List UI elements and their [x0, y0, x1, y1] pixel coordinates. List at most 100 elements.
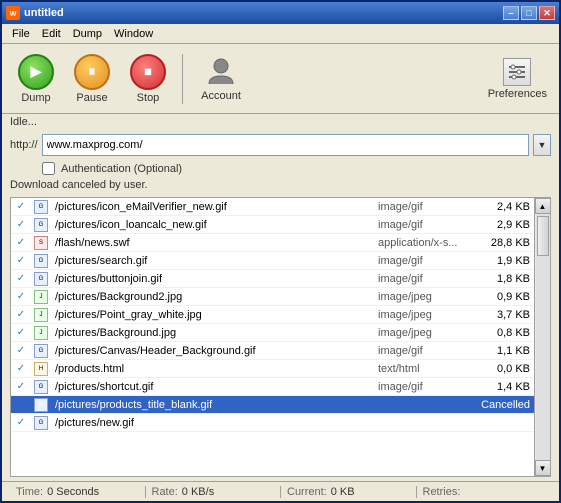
file-type-icon-cell: G [31, 254, 51, 268]
table-row[interactable]: ✓J/pictures/Background.jpgimage/jpeg0,8 … [11, 324, 534, 342]
close-button[interactable]: ✕ [539, 6, 555, 20]
account-icon [205, 56, 237, 88]
file-size-cell: 28,8 KB [474, 237, 534, 249]
jpg-icon: J [34, 326, 48, 340]
minimize-button[interactable]: – [503, 6, 519, 20]
file-type-cell: application/x-s... [374, 237, 474, 249]
file-type-cell: image/gif [374, 381, 474, 393]
file-name-cell: /pictures/icon_loancalc_new.gif [51, 219, 374, 231]
table-row[interactable]: ✓G/pictures/icon_loancalc_new.gifimage/g… [11, 216, 534, 234]
file-name-cell: /pictures/products_title_blank.gif [51, 399, 374, 411]
check-cell: ✓ [11, 237, 31, 248]
auth-checkbox[interactable] [42, 162, 55, 175]
check-cell: ✓ [11, 345, 31, 356]
menu-edit[interactable]: Edit [36, 26, 67, 42]
file-type-icon-cell: G [31, 380, 51, 394]
file-type-cell: image/jpeg [374, 309, 474, 321]
file-list-inner: ✓G/pictures/icon_eMailVerifier_new.gifim… [11, 198, 550, 476]
pause-icon: ⏸ [74, 54, 110, 90]
gif-icon: G [34, 218, 48, 232]
table-row[interactable]: ✓G/pictures/icon_eMailVerifier_new.gifim… [11, 198, 534, 216]
file-type-cell: image/gif [374, 345, 474, 357]
file-type-icon-cell: G [31, 416, 51, 430]
table-row[interactable]: ✓J/pictures/Background2.jpgimage/jpeg0,9… [11, 288, 534, 306]
account-button[interactable]: Account [191, 52, 251, 106]
table-row[interactable]: ✓S/flash/news.swfapplication/x-s...28,8 … [11, 234, 534, 252]
current-value: 0 KB [331, 486, 355, 498]
file-size-cell: 0,9 KB [474, 291, 534, 303]
table-row[interactable]: ✓G/pictures/search.gifimage/gif1,9 KB [11, 252, 534, 270]
toolbar: ▶ Dump ⏸ Pause ⏹ Stop Account [2, 44, 559, 114]
file-list-container[interactable]: ✓G/pictures/icon_eMailVerifier_new.gifim… [10, 197, 551, 477]
file-type-icon-cell: J [31, 326, 51, 340]
check-cell: ✓ [11, 291, 31, 302]
file-type-icon-cell: S [31, 236, 51, 250]
file-type-cell: image/gif [374, 255, 474, 267]
url-input[interactable] [42, 134, 529, 156]
person-svg [205, 56, 237, 88]
title-bar-left: W untitled [6, 6, 64, 20]
table-row[interactable]: ✓G/pictures/shortcut.gifimage/gif1,4 KB [11, 378, 534, 396]
check-cell: ✓ [11, 273, 31, 284]
file-type-cell: image/gif [374, 219, 474, 231]
scrollbar[interactable]: ▲ ▼ [534, 198, 550, 476]
file-name-cell: /pictures/Canvas/Header_Background.gif [51, 345, 374, 357]
file-name-cell: /products.html [51, 363, 374, 375]
time-label: Time: [16, 486, 43, 498]
dump-label: Dump [21, 92, 50, 104]
check-cell: ✓ [11, 201, 31, 212]
window-title: untitled [24, 7, 64, 19]
menu-dump[interactable]: Dump [67, 26, 108, 42]
gif-icon: G [34, 254, 48, 268]
scroll-down-button[interactable]: ▼ [535, 460, 551, 476]
url-dropdown[interactable]: ▼ [533, 134, 551, 156]
retries-label: Retries: [423, 486, 461, 498]
preferences-label: Preferences [488, 88, 547, 100]
file-name-cell: /pictures/new.gif [51, 417, 374, 429]
file-type-cell: image/jpeg [374, 291, 474, 303]
table-row[interactable]: ✓G/pictures/buttonjoin.gifimage/gif1,8 K… [11, 270, 534, 288]
auth-label: Authentication (Optional) [61, 163, 182, 175]
gif-icon: G [34, 272, 48, 286]
file-type-cell: image/gif [374, 273, 474, 285]
jpg-icon: J [34, 308, 48, 322]
pause-button[interactable]: ⏸ Pause [66, 50, 118, 108]
stop-label: Stop [137, 92, 160, 104]
file-type-icon-cell: G [31, 272, 51, 286]
file-type-cell: image/gif [374, 201, 474, 213]
preferences-button[interactable]: Preferences [484, 54, 551, 104]
dump-icon: ▶ [18, 54, 54, 90]
swf-icon: S [34, 236, 48, 250]
retries-segment: Retries: [417, 486, 552, 498]
svg-text:W: W [10, 11, 17, 18]
table-row[interactable]: ✓G/pictures/Canvas/Header_Background.gif… [11, 342, 534, 360]
file-size-cell: 1,8 KB [474, 273, 534, 285]
file-type-cell: image/jpeg [374, 327, 474, 339]
file-name-cell: /pictures/Background.jpg [51, 327, 374, 339]
current-segment: Current: 0 KB [281, 486, 417, 498]
gif-icon: G [34, 200, 48, 214]
check-cell: ✓ [11, 381, 31, 392]
scroll-up-button[interactable]: ▲ [535, 198, 551, 214]
file-type-icon-cell: J [31, 308, 51, 322]
check-cell: ✓ [11, 417, 31, 428]
table-row[interactable]: G/pictures/products_title_blank.gifCance… [11, 396, 534, 414]
rate-segment: Rate: 0 KB/s [146, 486, 282, 498]
stop-icon: ⏹ [130, 54, 166, 90]
file-size-cell: 2,9 KB [474, 219, 534, 231]
menu-window[interactable]: Window [108, 26, 159, 42]
url-protocol: http:// [10, 139, 38, 151]
maximize-button[interactable]: □ [521, 6, 537, 20]
scroll-thumb[interactable] [537, 216, 549, 256]
scroll-track [536, 214, 550, 460]
rate-value: 0 KB/s [182, 486, 214, 498]
stop-button[interactable]: ⏹ Stop [122, 50, 174, 108]
account-label: Account [201, 90, 241, 102]
menu-file[interactable]: File [6, 26, 36, 42]
table-row[interactable]: ✓J/pictures/Point_gray_white.jpgimage/jp… [11, 306, 534, 324]
dump-button[interactable]: ▶ Dump [10, 50, 62, 108]
table-row[interactable]: ✓G/pictures/new.gif [11, 414, 534, 432]
url-bar: http:// ▼ [2, 130, 559, 160]
file-name-cell: /pictures/Background2.jpg [51, 291, 374, 303]
table-row[interactable]: ✓H/products.htmltext/html0,0 KB [11, 360, 534, 378]
